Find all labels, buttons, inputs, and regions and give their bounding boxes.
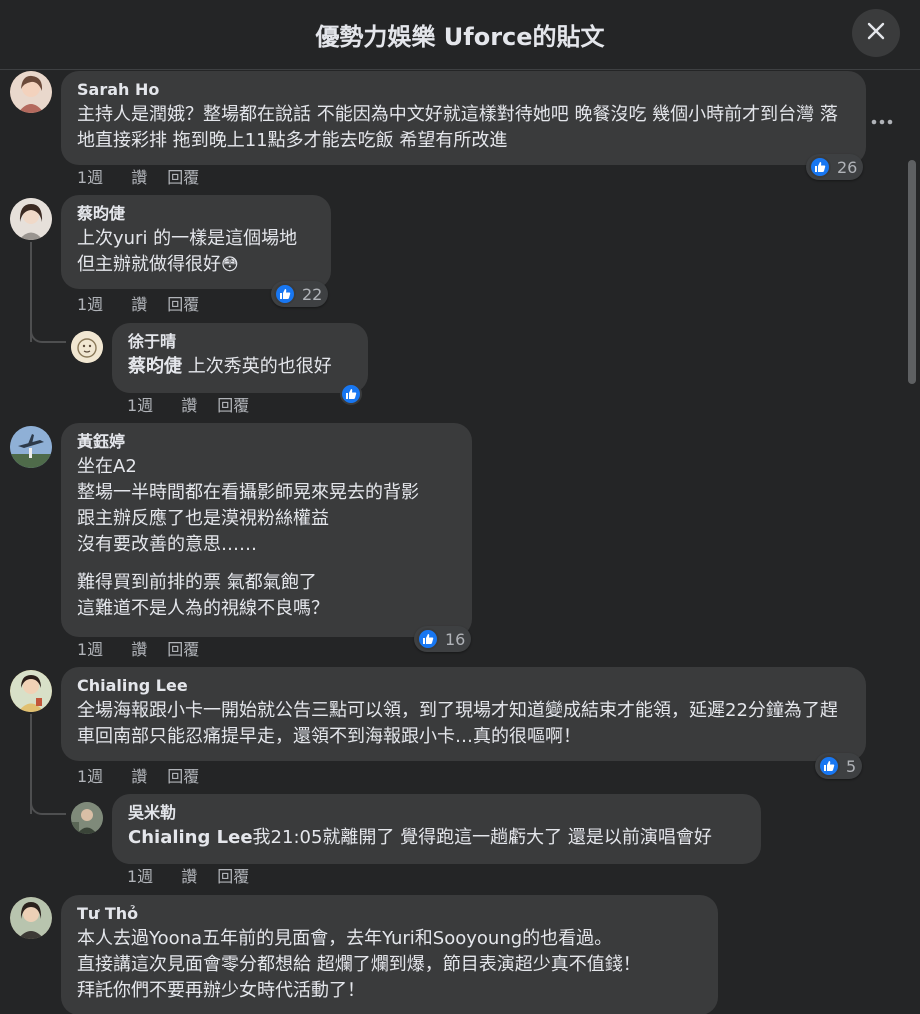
avatar[interactable] [10, 897, 52, 939]
reaction-count-text: 16 [445, 629, 466, 649]
like-icon [417, 628, 439, 650]
dialog-title: 優勢力娛樂 Uforce的貼文 [315, 23, 605, 51]
like-link[interactable]: 讚 [131, 640, 147, 660]
comment-text-line: 上次yuri 的一樣是這個場地 [77, 228, 298, 249]
comment-bubble: Sarah Ho 主持人是潤娥？整場都在說話 不能因為中文好就這樣對待她吧 晚餐… [61, 71, 866, 165]
comment-timestamp[interactable]: 1週 [77, 640, 103, 660]
like-icon [809, 156, 831, 178]
like-link[interactable]: 讚 [181, 396, 197, 416]
comment-author[interactable]: 吳米勒 [128, 803, 745, 823]
comment-actions: 1週 讚 回覆 [77, 168, 219, 188]
like-link[interactable]: 讚 [131, 767, 147, 787]
comment-text: 全場海報跟小卡一開始就公告三點可以領，到了現場才知道變成結束才能領，延遲22分鐘… [77, 700, 838, 747]
comment-timestamp[interactable]: 1週 [127, 396, 153, 416]
like-icon [818, 755, 840, 777]
mention-link[interactable]: 蔡昀倢 [128, 356, 182, 377]
flushed-emoji: 😳 [221, 255, 239, 275]
comment-text-line: 但主辦就做得很好 [77, 254, 221, 275]
reaction-count[interactable]: 22 [271, 281, 329, 307]
reply-link[interactable]: 回覆 [167, 168, 199, 188]
more-options-button[interactable] [864, 107, 900, 131]
avatar[interactable] [10, 670, 52, 712]
reply-link[interactable]: 回覆 [217, 396, 249, 416]
reaction-count[interactable]: 16 [414, 626, 472, 652]
comment-actions: 1週 讚 回覆 [77, 295, 219, 315]
like-link[interactable]: 讚 [131, 168, 147, 188]
avatar[interactable] [10, 71, 52, 113]
comment-actions: 1週 讚 回覆 [127, 867, 269, 887]
comment-text: 主持人是潤娥？整場都在說話 不能因為中文好就這樣對待她吧 晚餐沒吃 幾個小時前才… [77, 104, 838, 151]
comment-bubble: 蔡昀倢 上次yuri 的一樣是這個場地 但主辦就做得很好😳 [61, 195, 331, 289]
comment-bubble: 黃鈺婷 坐在A2 整場一半時間都在看攝影師晃來晃去的背影 跟主辦反應了也是漠視粉… [61, 423, 472, 637]
reaction-count-text: 5 [846, 756, 857, 776]
reaction-count[interactable] [338, 381, 364, 407]
reply-link[interactable]: 回覆 [167, 640, 199, 660]
avatar[interactable] [10, 426, 52, 468]
comment-text: 本人去過Yoona五年前的見面會，去年Yuri和Sooyoung的也看過。 直接… [77, 928, 641, 1001]
comment-text: 上次yuri 的一樣是這個場地 但主辦就做得很好😳 [77, 226, 315, 278]
reply-link[interactable]: 回覆 [217, 867, 249, 887]
comment-actions: 1週 讚 回覆 [127, 396, 269, 416]
dialog-header: 優勢力娛樂 Uforce的貼文 [0, 0, 920, 70]
comment-actions: 1週 讚 回覆 [77, 640, 219, 660]
like-link[interactable]: 讚 [181, 867, 197, 887]
reply-bubble: 徐于晴 蔡昀倢 上次秀英的也很好 [112, 323, 368, 393]
mention-link[interactable]: Chialing Lee [128, 827, 253, 848]
comment-author[interactable]: 徐于晴 [128, 332, 352, 352]
comment-text-body: 我21:05就離開了 覺得跑這一趟虧大了 還是以前演唱會好 [252, 827, 712, 848]
comment-timestamp[interactable]: 1週 [77, 168, 103, 188]
thread-connector [30, 316, 66, 343]
reaction-count[interactable]: 5 [815, 753, 863, 779]
comment-author[interactable]: Tư Thỏ [77, 904, 702, 924]
comment-author[interactable]: Chialing Lee [77, 676, 850, 696]
avatar[interactable] [71, 802, 103, 834]
avatar[interactable] [71, 331, 103, 363]
like-icon [340, 383, 362, 405]
comment-timestamp[interactable]: 1週 [127, 867, 153, 887]
reaction-count-text: 22 [302, 284, 323, 304]
comment-bubble: Tư Thỏ 本人去過Yoona五年前的見面會，去年Yuri和Sooyoung的… [61, 895, 718, 1014]
comment-bubble: Chialing Lee 全場海報跟小卡一開始就公告三點可以領，到了現場才知道變… [61, 667, 866, 761]
thread-connector [30, 788, 66, 815]
comment-timestamp[interactable]: 1週 [77, 295, 103, 315]
comment-text: Chialing Lee我21:05就離開了 覺得跑這一趟虧大了 還是以前演唱會… [128, 825, 745, 851]
comment-author[interactable]: Sarah Ho [77, 80, 850, 100]
avatar[interactable] [10, 198, 52, 240]
close-button[interactable] [852, 9, 900, 57]
like-link[interactable]: 讚 [131, 295, 147, 315]
comment-author[interactable]: 蔡昀倢 [77, 204, 315, 224]
comment-text: 蔡昀倢 上次秀英的也很好 [128, 354, 352, 380]
reaction-count-text: 26 [837, 157, 858, 177]
comment-text-body: 上次秀英的也很好 [182, 356, 332, 377]
reply-link[interactable]: 回覆 [167, 295, 199, 315]
reply-bubble: 吳米勒 Chialing Lee我21:05就離開了 覺得跑這一趟虧大了 還是以… [112, 794, 761, 864]
comment-text: 坐在A2 整場一半時間都在看攝影師晃來晃去的背影 跟主辦反應了也是漠視粉絲權益 … [77, 456, 419, 555]
reply-link[interactable]: 回覆 [167, 767, 199, 787]
close-icon [866, 21, 886, 45]
scrollbar-thumb[interactable] [908, 160, 916, 384]
comment-timestamp[interactable]: 1週 [77, 767, 103, 787]
like-icon [274, 283, 296, 305]
comment-text: 難得買到前排的票 氣都氣飽了 這難道不是人為的視線不良嗎？ [77, 572, 329, 619]
comment-actions: 1週 讚 回覆 [77, 767, 219, 787]
more-horizontal-icon [871, 110, 893, 129]
comments-list: Sarah Ho 主持人是潤娥？整場都在說話 不能因為中文好就這樣對待她吧 晚餐… [0, 71, 900, 1014]
reaction-count[interactable]: 26 [806, 154, 864, 180]
comment-author[interactable]: 黃鈺婷 [77, 432, 456, 452]
